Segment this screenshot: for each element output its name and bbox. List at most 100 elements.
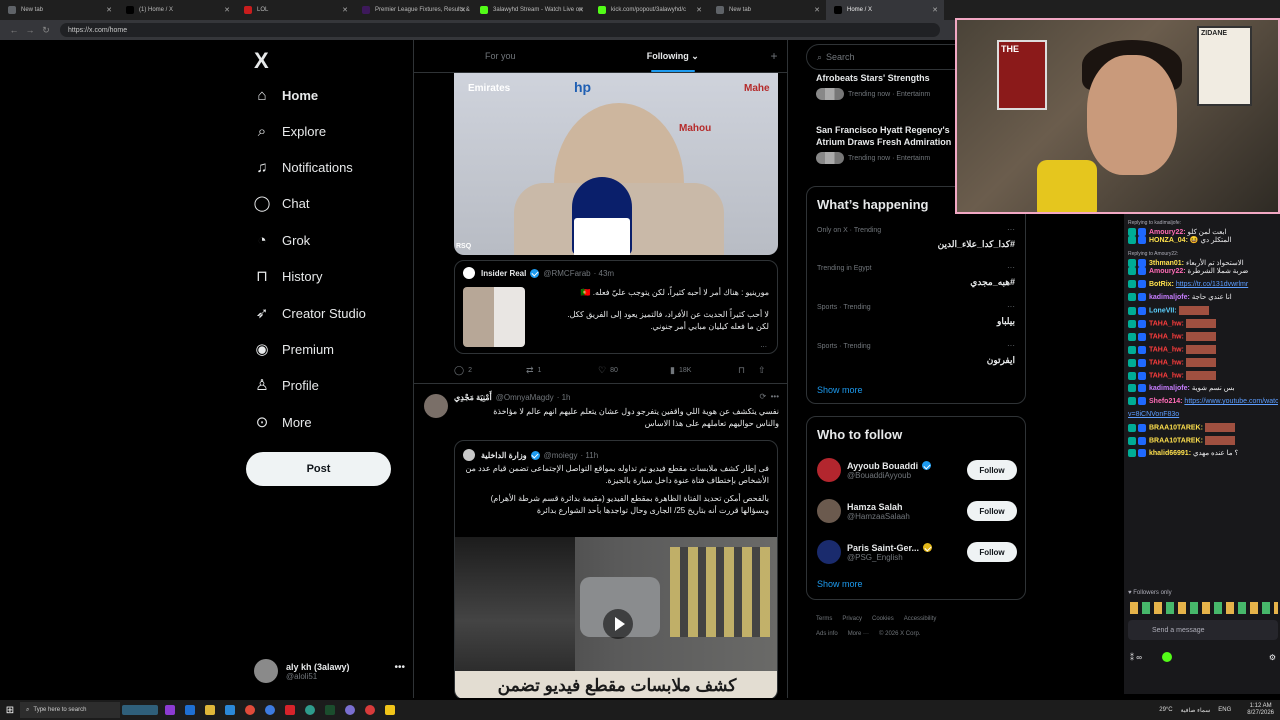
views-button[interactable]: ▮ 18K [670,365,738,376]
avatar[interactable] [817,458,841,482]
post-video[interactable]: كشف ملابسات مقطع فيديو تضمن [455,537,777,698]
close-tab-icon[interactable]: ✕ [696,6,702,14]
clock[interactable]: 1:12 AM 8/27/2026 [1239,703,1274,717]
follow-suggestion[interactable]: Ayyoub Bouaddi @BouaddiAyyoub Follow [817,455,1017,485]
nav-item-chat[interactable]: ◯ Chat [254,191,310,215]
close-tab-icon[interactable]: ✕ [224,6,230,14]
footer-link[interactable]: Accessibility [904,616,937,622]
trend-item[interactable]: Sports · Trending ··· ايفرتون [817,341,1015,381]
close-tab-icon[interactable]: ✕ [932,6,938,14]
show-more-link[interactable]: Show more [817,579,863,589]
close-tab-icon[interactable]: ✕ [460,6,466,14]
chat-username[interactable]: HONZA_04: [1149,237,1188,244]
footer-link[interactable]: Ads info [816,631,838,637]
browser-tab[interactable]: New tab ✕ [708,0,826,20]
more-dots-icon[interactable]: ··· [1007,225,1015,234]
app-icon[interactable] [380,702,400,718]
x-logo[interactable]: X [254,48,269,74]
folder-icon[interactable] [200,702,220,718]
more-dots-icon[interactable]: ••• [394,662,405,673]
nav-item-history[interactable]: ⊓ History [254,264,322,288]
quoted-post[interactable]: وزارة الداخلية @moiegy · 11h فى إطار كشف… [454,440,778,698]
close-tab-icon[interactable]: ✕ [814,6,820,14]
follow-suggestion[interactable]: Paris Saint-Ger... @PSG_English Follow [817,537,1017,567]
like-button[interactable]: ♡ 80 [598,365,670,376]
bookmark-button[interactable]: ⊓ [738,365,758,376]
app-icon[interactable] [180,702,200,718]
nav-item-premium[interactable]: ◉ Premium [254,337,334,361]
avatar[interactable] [817,499,841,523]
chrome-icon[interactable] [240,702,260,718]
forward-icon[interactable]: → [22,25,38,35]
more-dots-icon[interactable]: ··· [1007,302,1015,311]
footer-link[interactable]: © 2026 X Corp. [879,631,920,637]
chat-username[interactable]: 3thman01: [1149,260,1184,267]
tab-for-you[interactable]: For you [414,40,587,72]
windows-start-icon[interactable]: ⊞ [0,705,20,716]
follow-suggestion[interactable]: Hamza Salah @HamzaaSalaah Follow [817,496,1017,526]
app-icon[interactable] [280,702,300,718]
chat-link[interactable]: v=8iCNVonF83o [1128,411,1179,418]
chat-username[interactable]: Amoury22: [1149,268,1186,275]
chat-username[interactable]: TAHA_hw: [1149,346,1184,353]
address-bar[interactable]: https://x.com/home [60,23,940,37]
app-icon[interactable] [320,702,340,718]
app-icon[interactable] [340,702,360,718]
app-icon[interactable] [260,702,280,718]
close-tab-icon[interactable]: ✕ [106,6,112,14]
footer-link[interactable]: Privacy [842,616,862,622]
nav-item-more[interactable]: ⊙ More [254,410,312,434]
chat-username[interactable]: khalid66991: [1149,450,1191,457]
chat-link[interactable]: https://tr.co/131dvwrlmr [1176,281,1248,288]
post-button[interactable]: Post [246,452,391,486]
chat-username[interactable]: BRAA10TAREK: [1149,424,1203,431]
more-dots-icon[interactable]: ... [760,340,767,349]
reload-icon[interactable]: ↻ [38,25,54,36]
chat-username[interactable]: LoneVII: [1149,307,1177,314]
repost-button[interactable]: ⇄ 1 [526,365,598,376]
trend-item[interactable]: Only on X · Trending ··· #كدا_كدا_علاء_ا… [817,225,1015,265]
browser-tab[interactable]: New tab ✕ [0,0,118,20]
chat-username[interactable]: TAHA_hw: [1149,359,1184,366]
avatar[interactable] [817,540,841,564]
post-author-name[interactable]: أَمْنِيَة مَجْدِي [454,393,492,402]
quoted-image[interactable] [463,287,525,347]
browser-tab[interactable]: Premier League Fixtures, Results & ✕ [354,0,472,20]
footer-link[interactable]: More ··· [848,631,869,637]
chat-username[interactable]: kadimaljofe: [1149,385,1190,392]
play-icon[interactable] [603,609,633,639]
reply-button[interactable]: ◯ 2 [454,365,526,376]
chat-username[interactable]: kadimaljofe: [1149,294,1190,301]
follow-button[interactable]: Follow [967,542,1017,562]
browser-tab[interactable]: LOL ✕ [236,0,354,20]
follow-button[interactable]: Follow [967,460,1017,480]
close-tab-icon[interactable]: ✕ [342,6,348,14]
share-button[interactable]: ⇧ [758,365,770,376]
chat-link[interactable]: https://www.youtube.com/watch? [1184,398,1278,405]
footer-link[interactable]: Cookies [872,616,894,622]
browser-tab[interactable]: kick.com/popout/3alawyhd/c ✕ [590,0,708,20]
browser-tab[interactable]: 3alawyhd Stream - Watch Live on ✕ [472,0,590,20]
trend-item[interactable]: Sports · Trending ··· بيلباو [817,302,1015,342]
more-dots-icon[interactable]: ··· [1007,263,1015,272]
chat-username[interactable]: Shefo214: [1149,398,1182,405]
nav-item-grok[interactable]: ◔ Grok [254,228,310,252]
chat-username[interactable]: BRAA10TAREK: [1149,437,1203,444]
task-view-icon[interactable] [120,702,160,718]
add-tab-icon[interactable]: + [759,40,787,72]
follow-button[interactable]: Follow [967,501,1017,521]
trend-item[interactable]: Trending in Egypt ··· #هبه_مجدي [817,263,1015,303]
chat-username[interactable]: TAHA_hw: [1149,320,1184,327]
nav-item-notifications[interactable]: ♫ Notifications [254,155,352,179]
app-icon[interactable] [300,702,320,718]
nav-item-profile[interactable]: ♙ Profile [254,373,319,397]
more-dots-icon[interactable]: ··· [1007,341,1015,350]
app-icon[interactable] [160,702,180,718]
browser-tab[interactable]: Home / X ✕ [826,0,944,20]
chat-input[interactable]: Send a message [1128,620,1278,640]
tab-following[interactable]: Following ⌄ [587,40,760,72]
app-icon[interactable] [360,702,380,718]
account-switcher[interactable]: aly kh (3alawy) @aloli51 ••• [254,656,409,686]
chat-username[interactable]: Amoury22: [1149,229,1186,236]
weather-temp[interactable]: 29°C [1159,707,1172,713]
